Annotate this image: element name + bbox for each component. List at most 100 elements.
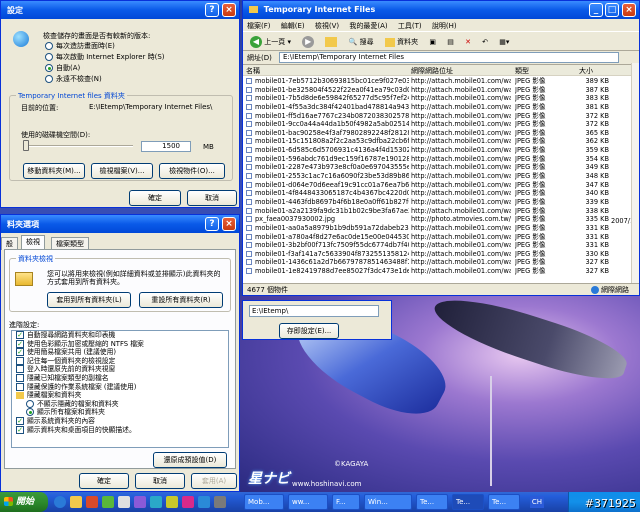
up-button[interactable]	[322, 35, 340, 49]
quicklaunch-app7-icon[interactable]	[182, 496, 194, 508]
file-row[interactable]: mobile01-6d585c6d5706931c4136a4f4d153026…	[243, 146, 633, 155]
menu-tools[interactable]: 工具(T)	[398, 22, 422, 30]
start-button[interactable]: 開始	[0, 492, 48, 512]
cancel-button[interactable]: 取消	[187, 190, 237, 206]
delete-button[interactable]: ✕	[462, 35, 474, 49]
file-row[interactable]: mobile01-a780a4f8d27e6ac0de15e00e0445306…	[243, 233, 633, 242]
file-row[interactable]: mobile01-7eb5712b30693815bc01ce9f027e038…	[243, 77, 633, 86]
disk-space-slider[interactable]	[23, 140, 133, 151]
back-button[interactable]: ◀ 上一頁 ▾	[247, 35, 294, 49]
checkbox[interactable]	[16, 373, 24, 382]
file-row[interactable]: mobile01-1436c61a2d7b6679787851463488f15…	[243, 258, 633, 267]
advanced-setting-item[interactable]: ✓ 顯示系統資料夾的內容	[12, 416, 228, 426]
file-row[interactable]: mobile01-2553c1ac7c16a6090f23be53d89b861…	[243, 172, 633, 181]
folders-button[interactable]: 資料夾	[382, 35, 421, 49]
quicklaunch-app1-icon[interactable]	[86, 496, 98, 508]
search-button[interactable]: 🔍 搜尋	[346, 35, 377, 49]
column-address[interactable]: 網際網路位址	[411, 66, 453, 76]
menu-view[interactable]: 檢視(V)	[315, 22, 339, 30]
cancel-button[interactable]: 取消	[135, 473, 185, 489]
apply-button[interactable]: 套用(A)	[191, 473, 237, 489]
help-button[interactable]: ?	[205, 3, 219, 17]
checkbox[interactable]	[16, 382, 24, 391]
tab-view[interactable]: 檢視	[21, 235, 45, 250]
close-button[interactable]: ×	[222, 3, 236, 17]
task-button-1[interactable]: Mob...	[244, 494, 284, 510]
advanced-setting-item[interactable]: ✓ 顯示資料夾和桌面項目的快顯描述。	[12, 425, 228, 435]
language-indicator[interactable]: CH	[530, 496, 544, 508]
file-row[interactable]: mobile01-4463fdb8697b4f6b18e0a0ff61b827f…	[243, 198, 633, 207]
file-row[interactable]: mobile01-4f8448433065187c4b4367bc4220d03…	[243, 189, 633, 198]
quicklaunch-app2-icon[interactable]	[102, 496, 114, 508]
radio-button[interactable]	[26, 399, 34, 408]
checkbox[interactable]: ✓	[16, 348, 24, 357]
file-row[interactable]: mobile01-596abdc761d9ec159f16787e190128f…	[243, 155, 633, 164]
radio-button[interactable]	[45, 75, 53, 83]
close-button[interactable]: ×	[622, 3, 636, 17]
column-type[interactable]: 類型	[515, 66, 529, 76]
advanced-setting-item[interactable]: ✓ 使用簡易檔案共用 (建議使用)	[12, 348, 228, 357]
checkbox[interactable]	[16, 356, 24, 365]
menu-help[interactable]: 說明(H)	[432, 22, 457, 30]
quicklaunch-folder-icon[interactable]	[70, 496, 82, 508]
quicklaunch-ie-icon[interactable]	[54, 496, 66, 508]
quicklaunch-app5-icon[interactable]	[150, 496, 162, 508]
task-button-2[interactable]: ww...	[288, 494, 328, 510]
task-button-3[interactable]: F...	[332, 494, 360, 510]
help-button[interactable]: ?	[205, 217, 219, 231]
file-list[interactable]: mobile01-7eb5712b30693815bc01ce9f027e038…	[243, 77, 633, 285]
advanced-setting-item[interactable]: ✓ 使用色彩顯示加密或壓縮的 NTFS 檔案	[12, 339, 228, 349]
advanced-setting-item[interactable]: 登入時還原先前的資料夾視窗	[12, 365, 228, 374]
task-button-7[interactable]: Te...	[488, 494, 520, 510]
column-size[interactable]: 大小	[579, 66, 593, 76]
file-row[interactable]: mobile01-7b5d8de6e59842f65277d5c95f7ef24…	[243, 94, 633, 103]
checkbox[interactable]	[16, 365, 24, 374]
radio-button-selected[interactable]	[45, 64, 53, 72]
file-row[interactable]: mobile01-3b2bf00f713fc7509f55dc6774db7f4…	[243, 241, 633, 250]
forward-button[interactable]: ▶	[299, 35, 317, 49]
file-row[interactable]: mobile01-bac90258e4f3af79802892248f28128…	[243, 129, 633, 138]
apply-to-all-folders-button[interactable]: 套用到所有資料夾(L)	[47, 292, 131, 308]
vertical-scrollbar[interactable]	[631, 63, 639, 287]
checkbox[interactable]: ✓	[16, 339, 24, 348]
reset-all-folders-button[interactable]: 重設所有資料夾(R)	[139, 292, 223, 308]
file-row[interactable]: px_faea0037930002.jpg http://photo.atmovi…	[243, 215, 633, 224]
radio-button[interactable]	[26, 408, 34, 417]
restore-defaults-button[interactable]: 還原成預設值(D)	[153, 452, 227, 468]
quicklaunch-app4-icon[interactable]	[134, 496, 146, 508]
view-objects-button[interactable]: 檢視物件(O)...	[159, 163, 225, 179]
checkbox[interactable]: ✓	[16, 331, 24, 339]
view-files-button[interactable]: 檢視檔案(V)...	[91, 163, 153, 179]
explorer-titlebar[interactable]: Temporary Internet Files _ □ ×	[243, 1, 639, 19]
radio-every-visit[interactable]: 每次造訪畫面時(E)	[45, 41, 115, 51]
file-row[interactable]: mobile01-a2a2139fa9dc31b1b02c9be3fa67ae3…	[243, 207, 633, 216]
move-to-button[interactable]: ▣	[426, 35, 439, 49]
task-button-5[interactable]: Te...	[416, 494, 448, 510]
quicklaunch-app3-icon[interactable]	[118, 496, 130, 508]
minimize-button[interactable]: _	[589, 3, 603, 17]
close-button[interactable]: ×	[222, 217, 236, 231]
advanced-setting-item[interactable]: 隱藏已知檔案類型的副檔名	[12, 373, 228, 383]
checkbox[interactable]: ✓	[16, 425, 24, 434]
file-row[interactable]: mobile01-4f55a3dc384f42401bad478814a9438…	[243, 103, 633, 112]
ok-button[interactable]: 確定	[129, 190, 181, 206]
file-row[interactable]: mobile01-15c151808a2f2c2aa53c9dfba22cb6f…	[243, 137, 633, 146]
maximize-button[interactable]: □	[605, 3, 619, 17]
advanced-setting-item[interactable]: 顯示所有檔案和資料夾	[12, 408, 228, 417]
quicklaunch-app8-icon[interactable]	[198, 496, 210, 508]
advanced-setting-item[interactable]: 隱藏保護的作業系統檔案 (建議使用)	[12, 382, 228, 392]
file-row[interactable]: mobile01-9cc0a44a44da1b50f4982a5ab025145…	[243, 120, 633, 129]
column-name[interactable]: 名稱	[246, 66, 260, 76]
menu-edit[interactable]: 編輯(E)	[281, 22, 305, 30]
radio-button[interactable]	[45, 42, 53, 50]
radio-auto[interactable]: 自動(A)	[45, 63, 80, 73]
checkbox[interactable]: ✓	[16, 416, 24, 425]
menu-file[interactable]: 檔案(F)	[247, 22, 271, 30]
task-button-6[interactable]: Te...	[452, 494, 484, 510]
ok-button[interactable]: 確定	[79, 473, 129, 489]
slider-thumb[interactable]	[23, 140, 29, 151]
advanced-setting-item[interactable]: ✓ 自動搜尋網路資料夾和印表機	[12, 331, 228, 340]
file-row[interactable]: mobile01-ff5d16ae7767c234b0872038302578f…	[243, 112, 633, 121]
quicklaunch-app6-icon[interactable]	[166, 496, 178, 508]
disk-space-input[interactable]: 1500	[141, 141, 191, 152]
